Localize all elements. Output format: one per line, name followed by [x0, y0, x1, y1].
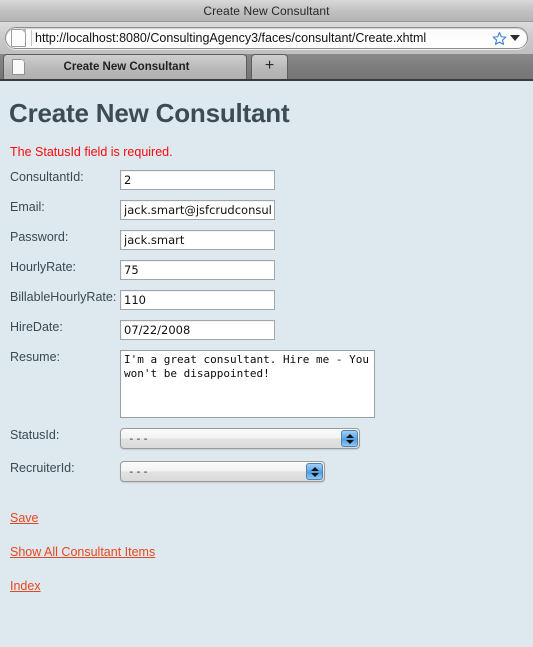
- page-title: Create New Consultant: [9, 98, 290, 128]
- chevron-down-icon[interactable]: [510, 35, 520, 41]
- stepper-icon[interactable]: [341, 430, 358, 447]
- label-resume: Resume:: [10, 350, 61, 364]
- new-tab-button[interactable]: +: [251, 54, 288, 79]
- label-email: Email:: [10, 200, 45, 214]
- star-icon[interactable]: [492, 31, 507, 46]
- consultant-id-input[interactable]: [120, 170, 275, 190]
- password-input[interactable]: [120, 230, 275, 250]
- save-link[interactable]: Save: [10, 511, 39, 525]
- hire-date-input[interactable]: [120, 320, 275, 340]
- page-content: Create New Consultant The StatusId field…: [0, 81, 533, 647]
- label-recruiter-id: RecruiterId:: [10, 461, 75, 475]
- label-hourly-rate: HourlyRate:: [10, 260, 76, 274]
- form-row-resume: Resume: I'm a great consultant. Hire me …: [0, 350, 375, 428]
- status-id-selected-value: ---: [128, 432, 150, 445]
- plus-icon: +: [264, 57, 275, 74]
- consultant-form: ConsultantId: Email: Password: HourlyRat…: [0, 159, 375, 494]
- form-row-password: Password:: [0, 230, 375, 260]
- label-password: Password:: [10, 230, 69, 244]
- label-status-id: StatusId:: [10, 428, 60, 442]
- address-bar[interactable]: http://localhost:8080/ConsultingAgency3/…: [5, 27, 528, 49]
- window-title: Create New Consultant: [203, 3, 330, 18]
- url-text: http://localhost:8080/ConsultingAgency3/…: [35, 31, 427, 45]
- form-row-hire-date: HireDate:: [0, 320, 375, 350]
- label-billable-hourly-rate: BillableHourlyRate:: [10, 290, 117, 304]
- hourly-rate-input[interactable]: [120, 260, 275, 280]
- validation-error-message: The StatusId field is required.: [10, 145, 173, 159]
- recruiter-id-select[interactable]: ---: [120, 461, 325, 482]
- chevron-up-icon: [310, 466, 319, 471]
- form-row-hourly-rate: HourlyRate:: [0, 260, 375, 290]
- billable-hourly-rate-input[interactable]: [120, 290, 275, 310]
- recruiter-id-selected-value: ---: [128, 465, 150, 478]
- chevron-down-icon: [310, 472, 319, 477]
- form-row-recruiter-id: RecruiterId: ---: [0, 461, 375, 494]
- resume-textarea[interactable]: I'm a great consultant. Hire me - You wo…: [120, 350, 375, 418]
- stepper-icon[interactable]: [306, 463, 323, 480]
- show-all-consultant-items-link[interactable]: Show All Consultant Items: [10, 545, 155, 559]
- browser-window: Create New Consultant http://localhost:8…: [0, 0, 533, 647]
- email-input[interactable]: [120, 200, 275, 220]
- label-consultant-id: ConsultantId:: [10, 170, 84, 184]
- chevron-down-icon: [345, 439, 354, 444]
- status-id-select[interactable]: ---: [120, 428, 360, 449]
- document-icon: [11, 29, 26, 47]
- form-row-email: Email:: [0, 200, 375, 230]
- url-toolbar: http://localhost:8080/ConsultingAgency3/…: [0, 22, 533, 54]
- action-links: Save Show All Consultant Items Index: [0, 494, 533, 593]
- tab-strip: Create New Consultant +: [0, 54, 533, 81]
- form-row-consultant-id: ConsultantId:: [0, 170, 375, 200]
- tab-title: Create New Consultant: [63, 61, 190, 73]
- document-icon: [12, 59, 25, 75]
- form-row-status-id: StatusId: ---: [0, 428, 375, 461]
- chevron-up-icon: [345, 433, 354, 438]
- tab-create-new-consultant[interactable]: Create New Consultant: [3, 54, 247, 79]
- index-link[interactable]: Index: [10, 579, 41, 593]
- window-titlebar: Create New Consultant: [0, 0, 533, 22]
- form-row-billable-hourly-rate: BillableHourlyRate:: [0, 290, 375, 320]
- label-hire-date: HireDate:: [10, 320, 63, 334]
